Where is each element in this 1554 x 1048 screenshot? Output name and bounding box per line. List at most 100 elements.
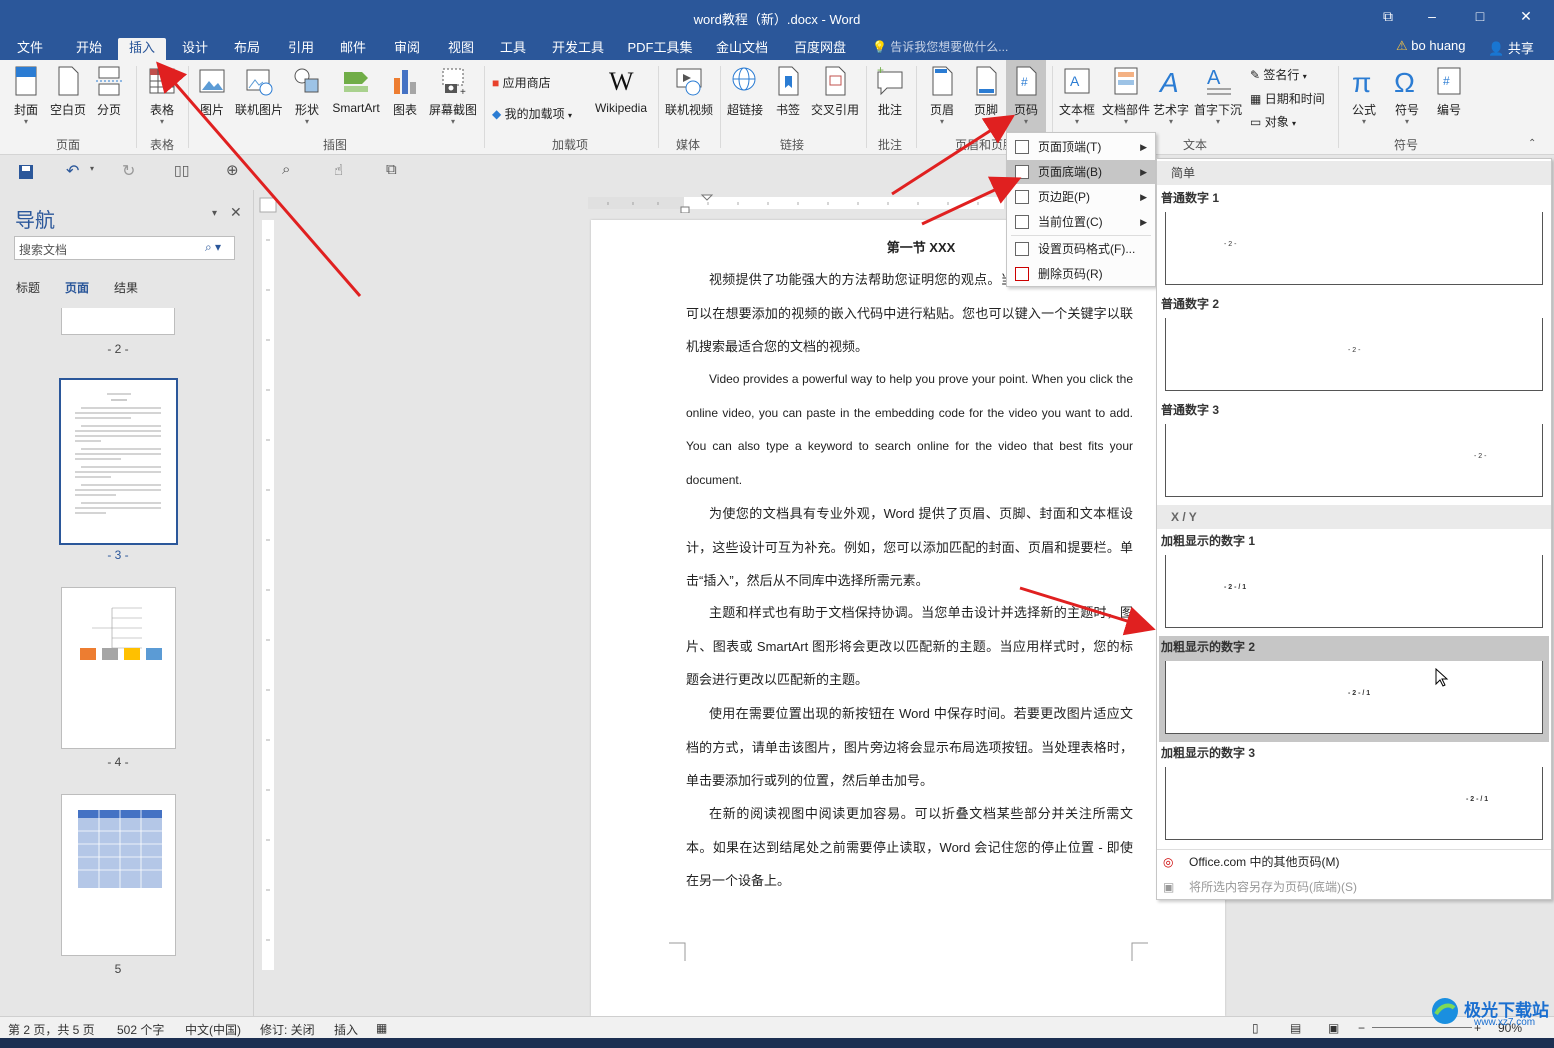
share-button[interactable]: 👤 共享 <box>1488 38 1534 57</box>
online-picture-button[interactable]: 联机图片 <box>232 64 286 118</box>
tab-pdf-tools[interactable]: PDF工具集 <box>624 38 696 60</box>
picture-button[interactable]: 图片 <box>196 64 228 118</box>
quick-parts-button[interactable]: 文档部件 ▾ <box>1100 64 1152 126</box>
status-mode[interactable]: 插入 <box>334 1021 358 1038</box>
page-number-button[interactable]: # 页码 ▾ <box>1006 60 1046 132</box>
online-picture-label: 联机图片 <box>234 103 283 117</box>
shapes-button[interactable]: 形状 ▾ <box>290 64 324 126</box>
zoom-slider[interactable] <box>1372 1027 1472 1028</box>
print-preview-icon[interactable]: ⌕ <box>282 161 290 178</box>
nav-tab-pages[interactable]: 页面 <box>65 279 89 296</box>
my-addins-button[interactable]: ◆ 我的加载项 ▾ <box>492 105 572 122</box>
redo-icon[interactable]: ↻ <box>122 161 135 181</box>
menu-item-top-of-page[interactable]: 页面顶端(T) ▶ <box>1007 135 1155 159</box>
nav-tab-headings[interactable]: 标题 <box>16 279 40 296</box>
web-icon[interactable]: ⊕ <box>226 161 239 179</box>
nav-close-icon[interactable]: ✕ <box>230 204 242 221</box>
equation-button[interactable]: π 公式 ▾ <box>1344 64 1384 126</box>
textbox-button[interactable]: A 文本框 ▾ <box>1056 64 1098 126</box>
touch-mode-icon[interactable]: ☝ <box>334 161 343 179</box>
tab-design[interactable]: 设计 <box>172 38 218 60</box>
tab-insert[interactable]: 插入 <box>118 38 166 60</box>
document-page[interactable]: 第一节 XXX 视频提供了功能强大的方法帮助您证明您的观点。当您单击联机视频时，… <box>591 220 1225 1016</box>
customize-icon[interactable]: ⧉ <box>386 161 397 178</box>
status-page[interactable]: 第 2 页，共 5 页 <box>8 1021 95 1038</box>
tab-developer[interactable]: 开发工具 <box>546 38 610 60</box>
wordart-button[interactable]: A 艺术字 ▾ <box>1152 64 1190 126</box>
tab-layout[interactable]: 布局 <box>224 38 270 60</box>
page-thumbnail[interactable] <box>61 587 176 749</box>
drop-cap-button[interactable]: A 首字下沉 ▾ <box>1192 64 1244 126</box>
search-icon[interactable]: ⌕ ▾ <box>205 240 221 255</box>
menu-item-current-position[interactable]: 当前位置(C) ▶ <box>1007 210 1155 234</box>
smartart-button[interactable]: SmartArt <box>328 64 384 115</box>
gallery-item[interactable]: 普通数字 1 - 2 - <box>1159 187 1549 293</box>
gallery-item[interactable]: 普通数字 3 - 2 - <box>1159 399 1549 505</box>
gallery-item[interactable]: 普通数字 2 - 2 - <box>1159 293 1549 399</box>
status-words[interactable]: 502 个字 <box>117 1021 164 1038</box>
status-language[interactable]: 中文(中国) <box>185 1021 241 1038</box>
gallery-item-highlighted[interactable]: 加粗显示的数字 2 - 2 - / 1 <box>1159 636 1549 742</box>
numbering-button[interactable]: # 编号 <box>1430 64 1468 118</box>
print-layout-view-icon[interactable]: ▤ <box>1290 1021 1301 1035</box>
tab-baidu-netdisk[interactable]: 百度网盘 <box>788 38 852 60</box>
maximize-button[interactable]: □ <box>1462 6 1498 28</box>
tab-home[interactable]: 开始 <box>66 38 112 60</box>
tab-mailings[interactable]: 邮件 <box>330 38 376 60</box>
tab-references[interactable]: 引用 <box>278 38 324 60</box>
tab-kingsoft-docs[interactable]: 金山文档 <box>710 38 774 60</box>
online-video-button[interactable]: 联机视频 <box>662 64 716 118</box>
page-thumbnail[interactable] <box>61 308 175 335</box>
tab-tools[interactable]: 工具 <box>490 38 536 60</box>
page-thumbnail[interactable] <box>61 794 176 956</box>
header-button[interactable]: 页眉 ▾ <box>922 64 962 126</box>
page-thumbnail-current[interactable] <box>59 378 178 545</box>
minimize-button[interactable]: – <box>1414 6 1450 28</box>
blank-page-button[interactable]: 空白页 <box>48 64 88 118</box>
menu-item-bottom-of-page[interactable]: 页面底端(B) ▶ <box>1007 160 1155 184</box>
tell-me-search[interactable]: 💡 告诉我您想要做什么... <box>872 38 1008 55</box>
user-account[interactable]: ⚠ bo huang <box>1396 38 1466 54</box>
table-button[interactable]: 表格 ▾ <box>144 64 180 126</box>
comment-button[interactable]: + 批注 <box>872 64 908 118</box>
cover-button[interactable]: 封面 ▾ <box>8 64 44 126</box>
tab-review[interactable]: 审阅 <box>384 38 430 60</box>
undo-icon[interactable]: ↶ <box>66 161 79 181</box>
menu-item-page-margins[interactable]: 页边距(P) ▶ <box>1007 185 1155 209</box>
date-time-button[interactable]: ▦ 日期和时间 <box>1250 90 1325 107</box>
read-mode-icon[interactable]: ▯▯ <box>174 162 189 179</box>
page-break-button[interactable]: 分页 <box>92 64 126 118</box>
nav-options-icon[interactable]: ▾ <box>212 208 217 219</box>
gallery-item[interactable]: 加粗显示的数字 1 - 2 - / 1 <box>1159 530 1549 636</box>
store-button[interactable]: ■ 应用商店 <box>492 74 551 91</box>
chart-button[interactable]: 图表 <box>388 64 422 118</box>
gallery-item[interactable]: 加粗显示的数字 3 - 2 - / 1 <box>1159 742 1549 848</box>
collapse-ribbon-icon[interactable]: ⌃ <box>1528 138 1536 149</box>
bookmark-button[interactable]: 书签 <box>770 64 806 118</box>
undo-dropdown-icon[interactable]: ▾ <box>90 164 94 173</box>
object-button[interactable]: ▭ 对象 ▾ <box>1250 113 1296 130</box>
nav-tab-results[interactable]: 结果 <box>114 279 138 296</box>
cross-reference-button[interactable]: 交叉引用 <box>808 64 862 118</box>
close-button[interactable]: ✕ <box>1508 6 1544 28</box>
save-selection-as-page-number[interactable]: ▣ 将所选内容另存为页码(底端)(S) <box>1159 875 1549 899</box>
signature-line-button[interactable]: ✎ 签名行 ▾ <box>1250 66 1307 83</box>
menu-item-remove-page-numbers[interactable]: 删除页码(R) <box>1007 262 1155 286</box>
screenshot-button[interactable]: + 屏幕截图 ▾ <box>426 64 480 126</box>
more-page-numbers-office[interactable]: ◎ Office.com 中的其他页码(M) <box>1159 850 1549 874</box>
web-layout-view-icon[interactable]: ▣ <box>1328 1021 1339 1035</box>
tab-view[interactable]: 视图 <box>438 38 484 60</box>
footer-button[interactable]: 页脚 ▾ <box>966 64 1006 126</box>
save-icon[interactable] <box>18 164 34 180</box>
menu-item-format-page-numbers[interactable]: 设置页码格式(F)... <box>1007 237 1155 261</box>
wikipedia-button[interactable]: W Wikipedia <box>590 64 652 115</box>
macro-icon[interactable]: ▦ <box>376 1021 387 1035</box>
tab-file[interactable]: 文件 <box>10 38 50 60</box>
restore-ribbon-icon[interactable]: ⧉ <box>1370 6 1406 28</box>
hyperlink-button[interactable]: 超链接 <box>724 64 766 118</box>
status-track-changes[interactable]: 修订: 关闭 <box>260 1021 315 1038</box>
nav-search-input[interactable]: 搜索文档 ⌕ ▾ <box>14 236 235 260</box>
read-mode-view-icon[interactable]: ▯ <box>1252 1021 1259 1035</box>
zoom-out-icon[interactable]: − <box>1358 1021 1365 1035</box>
symbol-button[interactable]: Ω 符号 ▾ <box>1388 64 1426 126</box>
